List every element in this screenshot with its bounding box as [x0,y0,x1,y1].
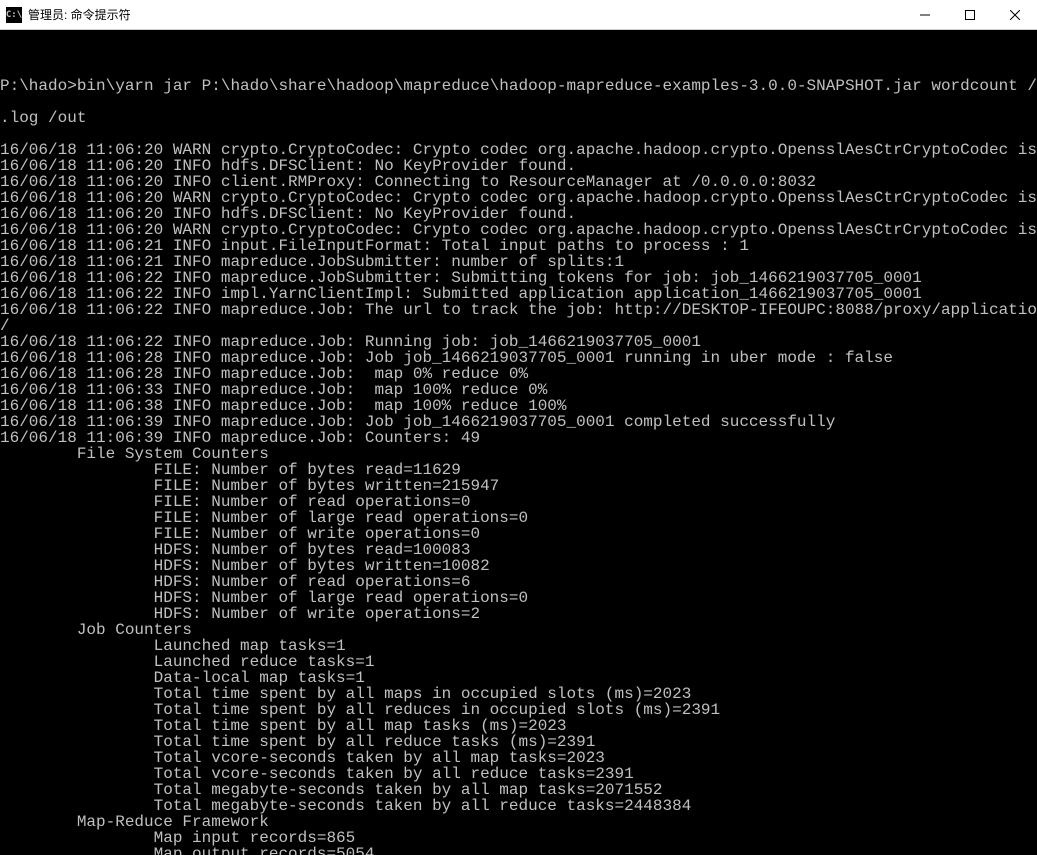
log-line: File System Counters [0,446,1037,462]
log-line: 16/06/18 11:06:20 INFO hdfs.DFSClient: N… [0,158,1037,174]
log-line: 16/06/18 11:06:20 INFO hdfs.DFSClient: N… [0,206,1037,222]
prompt-continuation: .log /out [0,110,1037,126]
log-line: Total vcore-seconds taken by all map tas… [0,750,1037,766]
log-line: Map input records=865 [0,830,1037,846]
log-line: Total time spent by all maps in occupied… [0,686,1037,702]
log-line: 16/06/18 11:06:28 INFO mapreduce.Job: Jo… [0,350,1037,366]
log-line: 16/06/18 11:06:33 INFO mapreduce.Job: ma… [0,382,1037,398]
log-line: Total time spent by all reduces in occup… [0,702,1037,718]
log-line: 16/06/18 11:06:20 WARN crypto.CryptoCode… [0,190,1037,206]
close-button[interactable] [992,0,1037,29]
blank-line [0,46,1037,62]
cwd: P:\hado> [0,77,77,95]
log-line: Total vcore-seconds taken by all reduce … [0,766,1037,782]
log-line: FILE: Number of bytes read=11629 [0,462,1037,478]
log-line: 16/06/18 11:06:20 WARN crypto.CryptoCode… [0,222,1037,238]
log-line: 16/06/18 11:06:21 INFO input.FileInputFo… [0,238,1037,254]
log-line: 16/06/18 11:06:20 WARN crypto.CryptoCode… [0,142,1037,158]
log-line: Job Counters [0,622,1037,638]
log-line: 16/06/18 11:06:22 INFO mapreduce.Job: Th… [0,302,1037,318]
log-line: Total megabyte-seconds taken by all map … [0,782,1037,798]
log-line: Launched reduce tasks=1 [0,654,1037,670]
window-controls [902,0,1037,29]
log-line: FILE: Number of read operations=0 [0,494,1037,510]
log-line: FILE: Number of bytes written=215947 [0,478,1037,494]
log-line: 16/06/18 11:06:22 INFO mapreduce.Job: Ru… [0,334,1037,350]
log-line: 16/06/18 11:06:39 INFO mapreduce.Job: Jo… [0,414,1037,430]
log-line: / [0,318,1037,334]
minimize-icon [920,10,930,20]
log-line: 16/06/18 11:06:22 INFO mapreduce.JobSubm… [0,270,1037,286]
cmd-icon: C:\ [6,7,22,23]
log-line: Data-local map tasks=1 [0,670,1037,686]
cmd-icon-label: C:\ [6,10,22,20]
log-line: 16/06/18 11:06:21 INFO mapreduce.JobSubm… [0,254,1037,270]
window-title: 管理员: 命令提示符 [28,6,902,23]
log-line: 16/06/18 11:06:38 INFO mapreduce.Job: ma… [0,398,1037,414]
log-line: 16/06/18 11:06:20 INFO client.RMProxy: C… [0,174,1037,190]
log-line: HDFS: Number of large read operations=0 [0,590,1037,606]
close-icon [1010,10,1020,20]
window-titlebar: C:\ 管理员: 命令提示符 [0,0,1037,30]
maximize-button[interactable] [947,0,992,29]
log-line: Map output records=5054 [0,846,1037,855]
log-line: Total time spent by all map tasks (ms)=2… [0,718,1037,734]
log-line: FILE: Number of write operations=0 [0,526,1037,542]
minimize-button[interactable] [902,0,947,29]
terminal-output[interactable]: P:\hado>bin\yarn jar P:\hado\share\hadoo… [0,30,1037,855]
log-line: HDFS: Number of bytes written=10082 [0,558,1037,574]
log-line: 16/06/18 11:06:28 INFO mapreduce.Job: ma… [0,366,1037,382]
log-line: Total time spent by all reduce tasks (ms… [0,734,1037,750]
log-line: Map-Reduce Framework [0,814,1037,830]
log-line: Total megabyte-seconds taken by all redu… [0,798,1037,814]
log-line: FILE: Number of large read operations=0 [0,510,1037,526]
log-line: Launched map tasks=1 [0,638,1037,654]
command: bin\yarn jar P:\hado\share\hadoop\mapred… [77,77,1037,95]
log-line: HDFS: Number of write operations=2 [0,606,1037,622]
prompt-line: P:\hado>bin\yarn jar P:\hado\share\hadoo… [0,78,1037,94]
log-line: 16/06/18 11:06:22 INFO impl.YarnClientIm… [0,286,1037,302]
log-line: HDFS: Number of bytes read=100083 [0,542,1037,558]
maximize-icon [965,10,975,20]
log-line: HDFS: Number of read operations=6 [0,574,1037,590]
log-line: 16/06/18 11:06:39 INFO mapreduce.Job: Co… [0,430,1037,446]
